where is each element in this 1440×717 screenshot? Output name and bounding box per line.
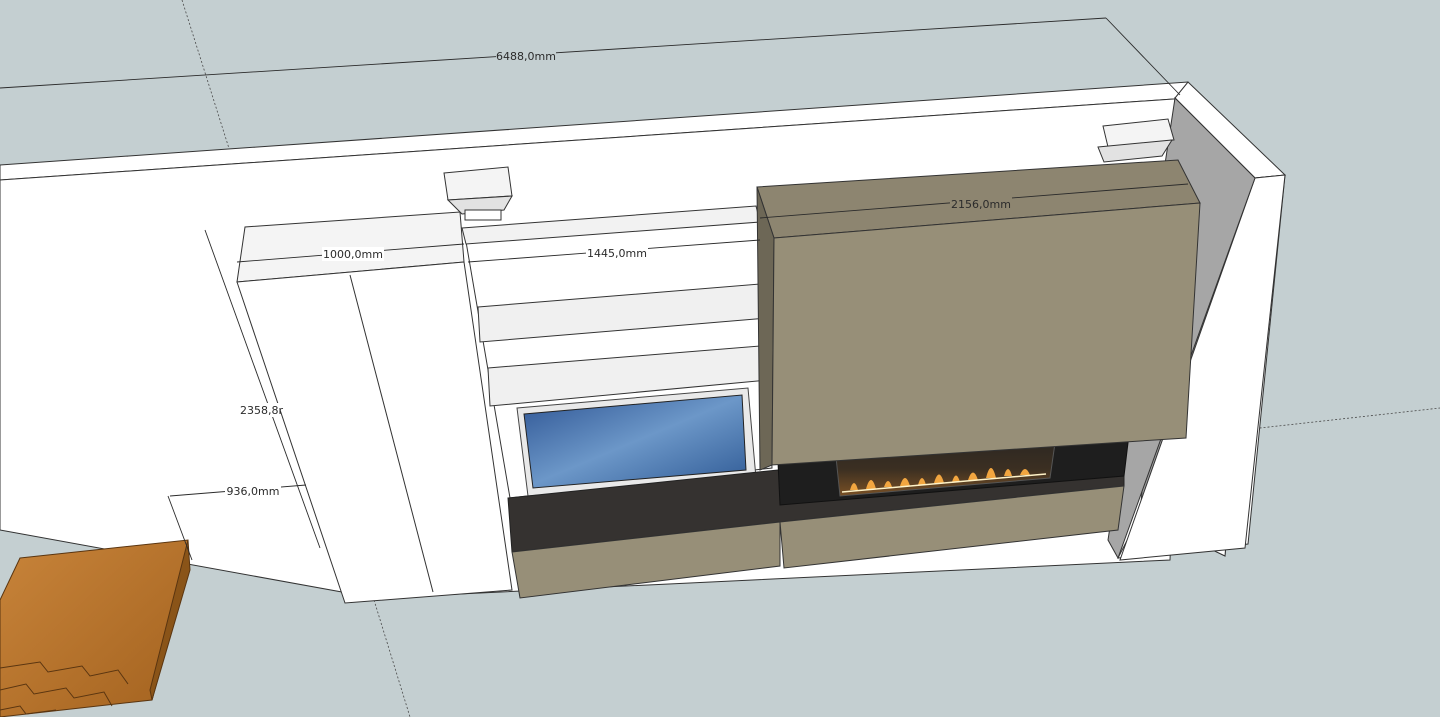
dim-label-fireplace-block: 2156,0mm — [950, 197, 1012, 211]
chimney-block-front[interactable] — [771, 202, 1201, 466]
svg-text:6488,0mm: 6488,0mm — [496, 50, 556, 63]
svg-text:2358,8r: 2358,8r — [240, 404, 283, 417]
svg-text:1445,0mm: 1445,0mm — [587, 247, 647, 260]
svg-text:2156,0mm: 2156,0mm — [951, 198, 1011, 211]
model-viewport[interactable]: 6488,0mm 1000,0mm 1445,0mm 2156,0mm 2358… — [0, 0, 1440, 717]
dim-label-overall: 6488,0mm — [496, 49, 556, 63]
dim-label-tv-niche: 1445,0mm — [586, 246, 648, 260]
light-fixture-right[interactable] — [1097, 118, 1175, 163]
dim-label-left-shelf: 1000,0mm — [322, 247, 384, 261]
svg-text:936,0mm: 936,0mm — [227, 485, 280, 498]
dim-label-height: 2358,8r — [238, 403, 283, 417]
chimney-block-side — [756, 186, 775, 471]
svg-text:1000,0mm: 1000,0mm — [323, 248, 383, 261]
dim-label-floor-offset: 936,0mm — [225, 484, 281, 498]
